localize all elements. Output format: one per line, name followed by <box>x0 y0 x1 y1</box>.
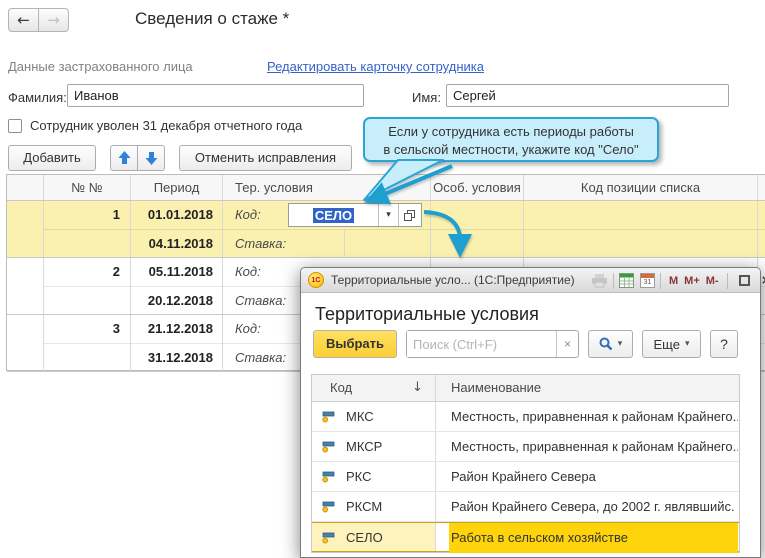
history-nav: ← → <box>8 8 69 32</box>
arrow-down-icon <box>145 152 157 165</box>
forward-icon: → <box>47 11 60 29</box>
fired-checkbox[interactable] <box>8 119 22 133</box>
kod-label: Код: <box>235 207 261 222</box>
print-icon[interactable] <box>591 273 608 288</box>
firstname-field[interactable] <box>446 84 729 107</box>
col-header-ter[interactable]: Тер. условия <box>223 175 431 200</box>
search-clear-button[interactable]: × <box>556 331 578 357</box>
list-header-row: Код ↓ Наименование <box>312 375 739 402</box>
arrow-up-icon <box>118 151 130 164</box>
hint-line2: в сельской местности, укажите код "Село" <box>383 142 639 157</box>
move-up-button[interactable] <box>110 145 138 171</box>
chevron-down-icon: ▾ <box>684 339 690 349</box>
period-start: 05.11.2018 <box>148 264 213 279</box>
open-in-new-icon <box>404 209 415 221</box>
maximize-button[interactable] <box>738 275 750 286</box>
col-header-num[interactable]: № № <box>44 175 131 200</box>
memory-m-minus-button[interactable]: M- <box>703 275 722 287</box>
1c-logo-icon: 1С <box>308 272 324 288</box>
period-end: 20.12.2018 <box>147 293 213 308</box>
search-options-button[interactable]: ▾ <box>588 330 633 358</box>
help-button[interactable]: ? <box>710 330 738 358</box>
catalog-item-icon <box>322 501 335 513</box>
move-down-button[interactable] <box>137 145 165 171</box>
add-button[interactable]: Добавить <box>8 145 96 171</box>
grid-header-row: № № Период Тер. условия Особ. условия Ко… <box>7 175 765 201</box>
undo-corrections-button[interactable]: Отменить исправления <box>179 145 352 171</box>
dialog-titlebar[interactable]: 1С Территориальные усло... (1С:Предприят… <box>301 268 765 293</box>
close-icon: × <box>762 272 765 289</box>
firstname-label: Имя: <box>412 90 441 105</box>
hint-callout: Если у сотрудника есть периоды работы в … <box>363 117 659 162</box>
page-title: Сведения о стаже * <box>135 9 290 28</box>
col-header-code[interactable]: Код <box>330 375 352 401</box>
search-input[interactable] <box>407 331 556 357</box>
stavka-label: Ставка: <box>235 293 287 308</box>
calculator-icon[interactable] <box>619 273 634 288</box>
catalog-item-icon <box>322 441 335 453</box>
forward-button[interactable]: → <box>38 8 69 32</box>
list-item[interactable]: РКСМ Район Крайнего Севера, до 2002 г. я… <box>312 492 739 522</box>
sort-desc-icon[interactable]: ↓ <box>412 375 423 401</box>
search-box: × <box>406 330 579 358</box>
item-name: Работа в сельском хозяйстве <box>449 523 738 553</box>
ter-code-combobox[interactable]: СЕЛО ▾ <box>288 203 422 227</box>
item-name: Местность, приравненная к районам Крайне… <box>451 409 738 424</box>
list-item[interactable]: МКС Местность, приравненная к районам Кр… <box>312 402 739 432</box>
conditions-list: Код ↓ Наименование МКС Местность, прирав… <box>311 374 740 553</box>
item-code: РКСМ <box>346 499 383 514</box>
territorial-conditions-dialog: 1С Территориальные усло... (1С:Предприят… <box>300 267 765 558</box>
select-button[interactable]: Выбрать <box>313 330 397 358</box>
stavka-label: Ставка: <box>235 236 287 251</box>
combobox-dropdown-button[interactable]: ▾ <box>378 204 398 226</box>
list-item[interactable]: МКСР Местность, приравненная к районам К… <box>312 432 739 462</box>
chevron-down-icon: ▾ <box>617 339 623 349</box>
edit-employee-card-link[interactable]: Редактировать карточку сотрудника <box>267 59 484 74</box>
lastname-field[interactable] <box>67 84 364 107</box>
item-name: Район Крайнего Севера <box>451 469 596 484</box>
search-icon <box>599 337 613 351</box>
hint-line1: Если у сотрудника есть периоды работы <box>388 124 634 139</box>
period-end: 04.11.2018 <box>148 236 213 251</box>
calendar-icon[interactable]: 31 <box>640 273 655 288</box>
item-code: МКС <box>346 409 374 424</box>
catalog-item-icon <box>322 411 335 423</box>
fired-checkbox-label: Сотрудник уволен 31 декабря отчетного го… <box>30 118 303 133</box>
clear-icon: × <box>563 337 571 351</box>
catalog-item-icon <box>322 532 335 544</box>
dialog-heading: Территориальные условия <box>315 304 539 324</box>
dialog-titlebar-text: Территориальные усло... (1С:Предприятие) <box>331 273 575 287</box>
item-code: МКСР <box>346 439 383 454</box>
ter-code-value[interactable]: СЕЛО <box>289 204 378 226</box>
insured-person-section-label: Данные застрахованного лица <box>8 59 193 74</box>
col-header-name[interactable]: Наименование <box>451 375 541 401</box>
col-header-kod-pos[interactable]: Код позиции списка <box>524 175 758 200</box>
col-header-period[interactable]: Период <box>131 175 223 200</box>
list-item-selected[interactable]: СЕЛО Работа в сельском хозяйстве <box>312 522 739 553</box>
col-header-osob[interactable]: Особ. условия <box>431 175 524 200</box>
memory-m-plus-button[interactable]: M+ <box>681 275 703 287</box>
item-code: СЕЛО <box>346 530 383 545</box>
close-button[interactable]: × <box>756 268 765 293</box>
chevron-down-icon: ▾ <box>386 210 391 220</box>
catalog-item-icon <box>322 471 335 483</box>
list-item[interactable]: РКС Район Крайнего Севера <box>312 462 739 492</box>
back-icon: ← <box>17 11 30 29</box>
lastname-label: Фамилия: <box>8 90 67 105</box>
back-button[interactable]: ← <box>8 8 39 32</box>
item-name: Район Крайнего Севера, до 2002 г. являвш… <box>451 499 735 514</box>
stavka-label: Ставка: <box>235 350 287 365</box>
kod-label: Код: <box>235 321 261 336</box>
period-end: 31.12.2018 <box>147 350 213 365</box>
app-window: ← → Сведения о стаже * Данные застрахова… <box>0 0 765 558</box>
memory-m-button[interactable]: M <box>666 275 681 287</box>
item-code: РКС <box>346 469 372 484</box>
period-start: 01.01.2018 <box>147 207 213 222</box>
more-button[interactable]: Еще ▾ <box>642 330 701 358</box>
table-row[interactable]: 1 01.01.2018 04.11.2018 Код: СЕЛО ▾ Став… <box>7 201 765 258</box>
item-name: Местность, приравненная к районам Крайне… <box>451 439 738 454</box>
combobox-open-button[interactable] <box>398 204 420 226</box>
kod-label: Код: <box>235 264 261 279</box>
period-start: 21.12.2018 <box>147 321 213 336</box>
